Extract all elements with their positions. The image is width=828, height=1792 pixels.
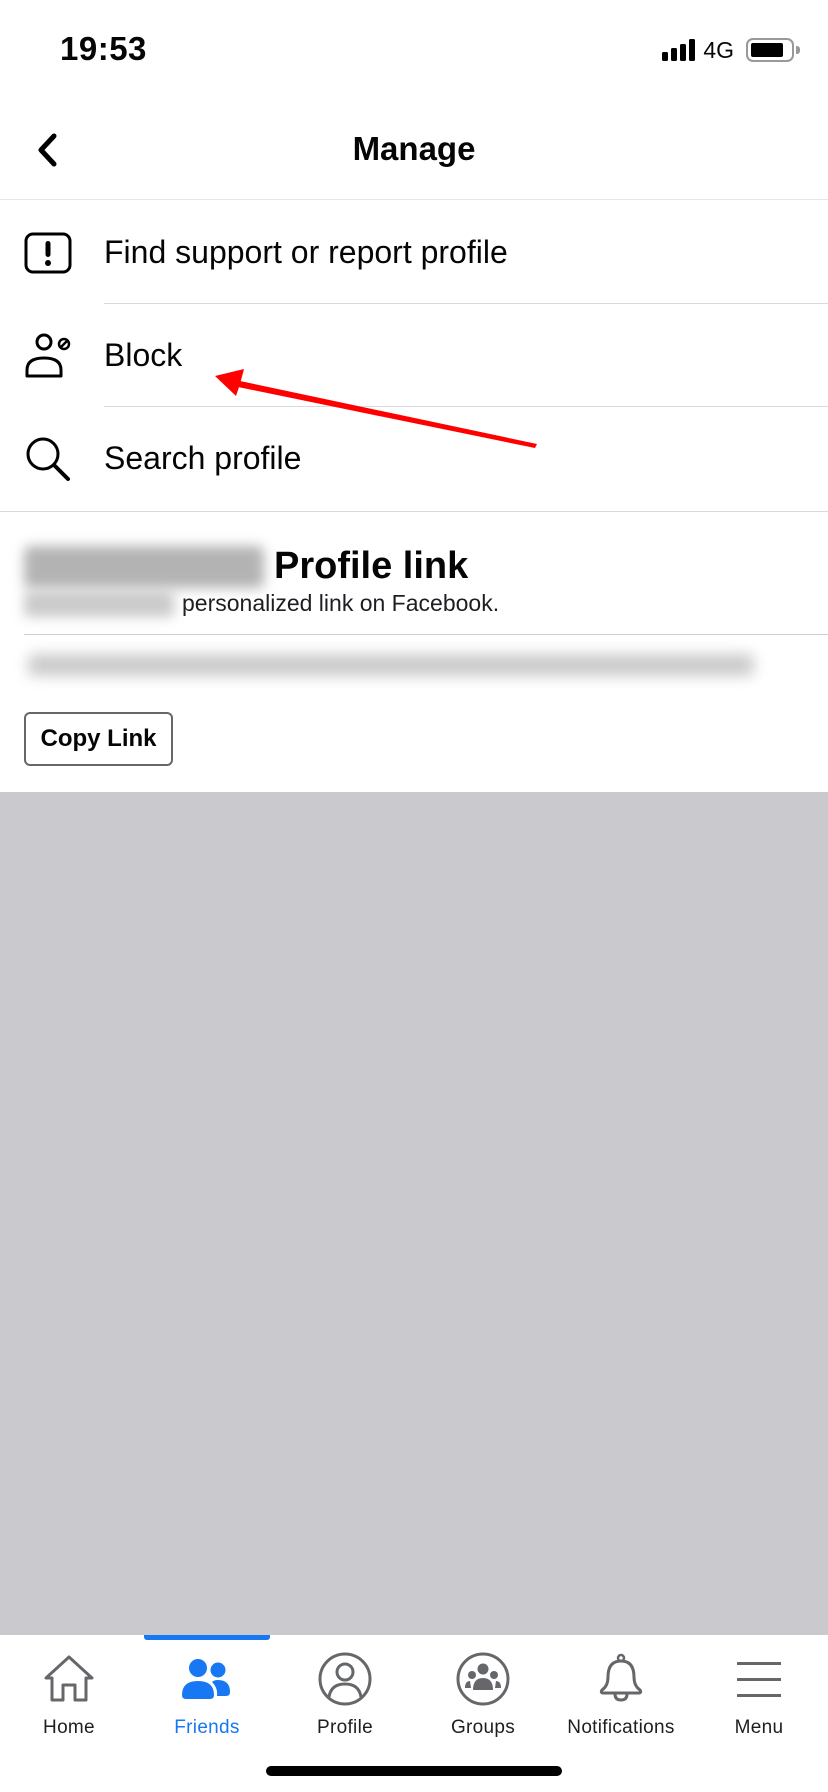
active-tab-indicator xyxy=(144,1635,270,1640)
network-type: 4G xyxy=(703,36,734,63)
copy-link-button[interactable]: Copy Link xyxy=(24,712,173,766)
header: Manage xyxy=(0,100,828,200)
bell-icon xyxy=(591,1649,651,1709)
redacted-profile-url xyxy=(28,654,754,676)
tab-home[interactable]: Home xyxy=(0,1649,138,1749)
home-indicator xyxy=(266,1766,562,1776)
signal-icon xyxy=(662,39,696,61)
menu-item-label: Search profile xyxy=(104,440,302,476)
profile-link-title-text: Profile link xyxy=(274,545,469,587)
tab-label: Home xyxy=(43,1717,95,1738)
report-exclamation-icon xyxy=(24,229,72,277)
profile-link-subtitle-text: personalized link on Facebook. xyxy=(182,590,500,616)
bottom-tab-bar: Home Friends Profile Groups Notification… xyxy=(0,1635,828,1792)
profile-icon xyxy=(315,1649,375,1709)
menu-item-block[interactable]: Block xyxy=(0,304,828,407)
redacted-name xyxy=(24,590,174,617)
status-indicators: 4G xyxy=(662,36,800,63)
divider xyxy=(24,634,828,635)
hamburger-menu-icon xyxy=(729,1649,789,1709)
menu-item-label: Find support or report profile xyxy=(104,234,508,270)
profile-link-title: Profile link xyxy=(24,545,468,588)
groups-icon xyxy=(453,1649,513,1709)
status-bar: 19:53 4G xyxy=(0,0,828,100)
tab-friends[interactable]: Friends xyxy=(138,1649,276,1749)
tab-menu[interactable]: Menu xyxy=(690,1649,828,1749)
tab-label: Notifications xyxy=(567,1717,675,1738)
page-title: Manage xyxy=(352,130,476,167)
status-time: 19:53 xyxy=(60,30,147,67)
menu-item-label: Block xyxy=(104,337,183,373)
home-icon xyxy=(39,1649,99,1709)
block-user-icon xyxy=(24,332,72,380)
empty-background xyxy=(0,792,828,1635)
tab-profile[interactable]: Profile xyxy=(276,1649,414,1749)
tab-groups[interactable]: Groups xyxy=(414,1649,552,1749)
tab-label: Profile xyxy=(317,1717,373,1738)
tab-notifications[interactable]: Notifications xyxy=(552,1649,690,1749)
tab-label: Groups xyxy=(450,1717,516,1738)
search-icon xyxy=(24,435,72,483)
friends-icon xyxy=(177,1649,237,1709)
profile-link-section: Profile link personalized link on Facebo… xyxy=(0,512,828,792)
tab-label: Friends xyxy=(174,1717,240,1738)
menu-item-find-support[interactable]: Find support or report profile xyxy=(0,201,828,304)
profile-link-subtitle: personalized link on Facebook. xyxy=(24,590,499,617)
battery-icon xyxy=(746,38,800,62)
manage-menu: Find support or report profile Block Sea… xyxy=(0,201,828,510)
tab-label: Menu xyxy=(734,1717,784,1738)
redacted-name xyxy=(24,545,264,588)
menu-item-search-profile[interactable]: Search profile xyxy=(0,407,828,510)
